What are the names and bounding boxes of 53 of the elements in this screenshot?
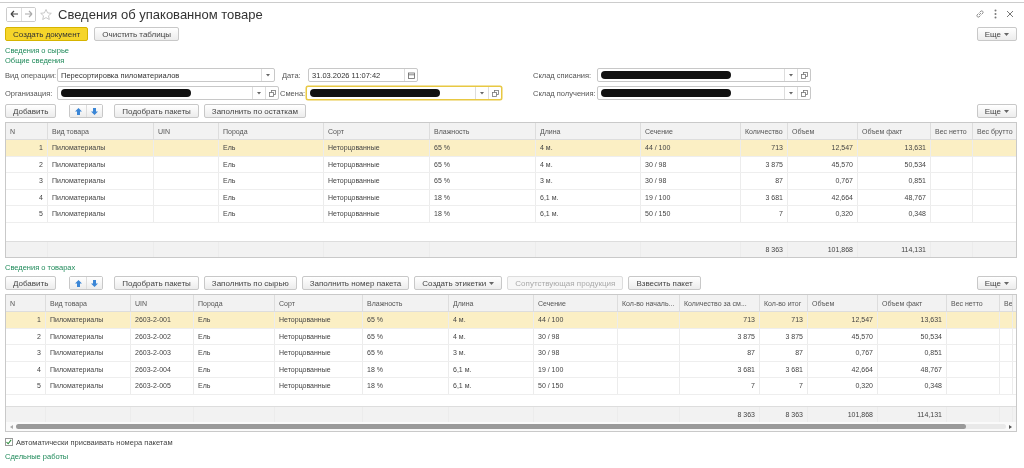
window-title: Сведения об упакованном товаре: [58, 6, 263, 22]
input-field[interactable]: [306, 86, 503, 100]
toolbar-button[interactable]: Создать этикетки: [414, 276, 503, 290]
toolbar-button[interactable]: Добавить: [5, 104, 57, 118]
caret-icon: [489, 281, 495, 285]
open-form-icon[interactable]: [800, 71, 808, 79]
caret-icon: [1004, 32, 1009, 36]
calendar-icon[interactable]: [407, 71, 415, 79]
up-arrow-icon: [74, 279, 82, 287]
dropdown-icon[interactable]: [789, 73, 793, 77]
move-up-button[interactable]: [70, 277, 87, 289]
back-button[interactable]: [7, 7, 21, 21]
dropdown-icon[interactable]: [480, 91, 485, 95]
star-icon[interactable]: [40, 8, 52, 20]
toolbar-button[interactable]: Заполнить по остаткам: [203, 104, 306, 118]
forward-arrow-icon: [24, 10, 33, 18]
close-icon[interactable]: [1006, 10, 1014, 18]
open-form-icon[interactable]: [491, 89, 499, 97]
scroll-left-icon[interactable]: [10, 424, 13, 429]
move-up-button[interactable]: [70, 105, 87, 117]
more-button[interactable]: Еще: [976, 104, 1017, 118]
input-field[interactable]: [597, 86, 811, 100]
more-button[interactable]: Еще: [976, 27, 1017, 41]
dropdown-icon[interactable]: [257, 91, 261, 95]
scrollbar-thumb[interactable]: [16, 424, 967, 429]
more-options-icon[interactable]: [994, 9, 997, 19]
down-arrow-icon: [91, 107, 99, 115]
caret-icon: [1004, 109, 1009, 113]
toolbar-button[interactable]: Добавить: [5, 276, 57, 290]
dropdown-icon[interactable]: [789, 91, 793, 95]
clear-tables-button[interactable]: Очистить таблицы: [94, 27, 180, 41]
move-down-button[interactable]: [86, 105, 103, 117]
toolbar-button[interactable]: Подобрать пакеты: [114, 276, 199, 290]
toolbar-button[interactable]: Подобрать пакеты: [114, 104, 199, 118]
back-arrow-icon: [9, 10, 19, 18]
link-icon[interactable]: [975, 9, 985, 19]
move-down-button[interactable]: [86, 277, 103, 289]
up-arrow-icon: [74, 107, 82, 115]
more-button[interactable]: Еще: [976, 276, 1017, 290]
open-form-icon[interactable]: [268, 89, 276, 97]
down-arrow-icon: [91, 279, 99, 287]
input-field[interactable]: [57, 86, 279, 100]
checkbox[interactable]: [5, 438, 13, 446]
toolbar-button[interactable]: Заполнить по сырью: [203, 276, 297, 290]
input-field[interactable]: [597, 68, 811, 82]
scroll-right-icon[interactable]: [1009, 424, 1012, 429]
toolbar-button[interactable]: Заполнить номер пакета: [301, 276, 410, 290]
create-document-button[interactable]: Создать документ: [5, 27, 89, 41]
open-form-icon[interactable]: [800, 89, 808, 97]
caret-icon: [1004, 281, 1009, 285]
dropdown-icon[interactable]: [266, 73, 270, 77]
checkmark-icon: [6, 439, 12, 445]
toolbar-button[interactable]: Взвесить пакет: [628, 276, 701, 290]
